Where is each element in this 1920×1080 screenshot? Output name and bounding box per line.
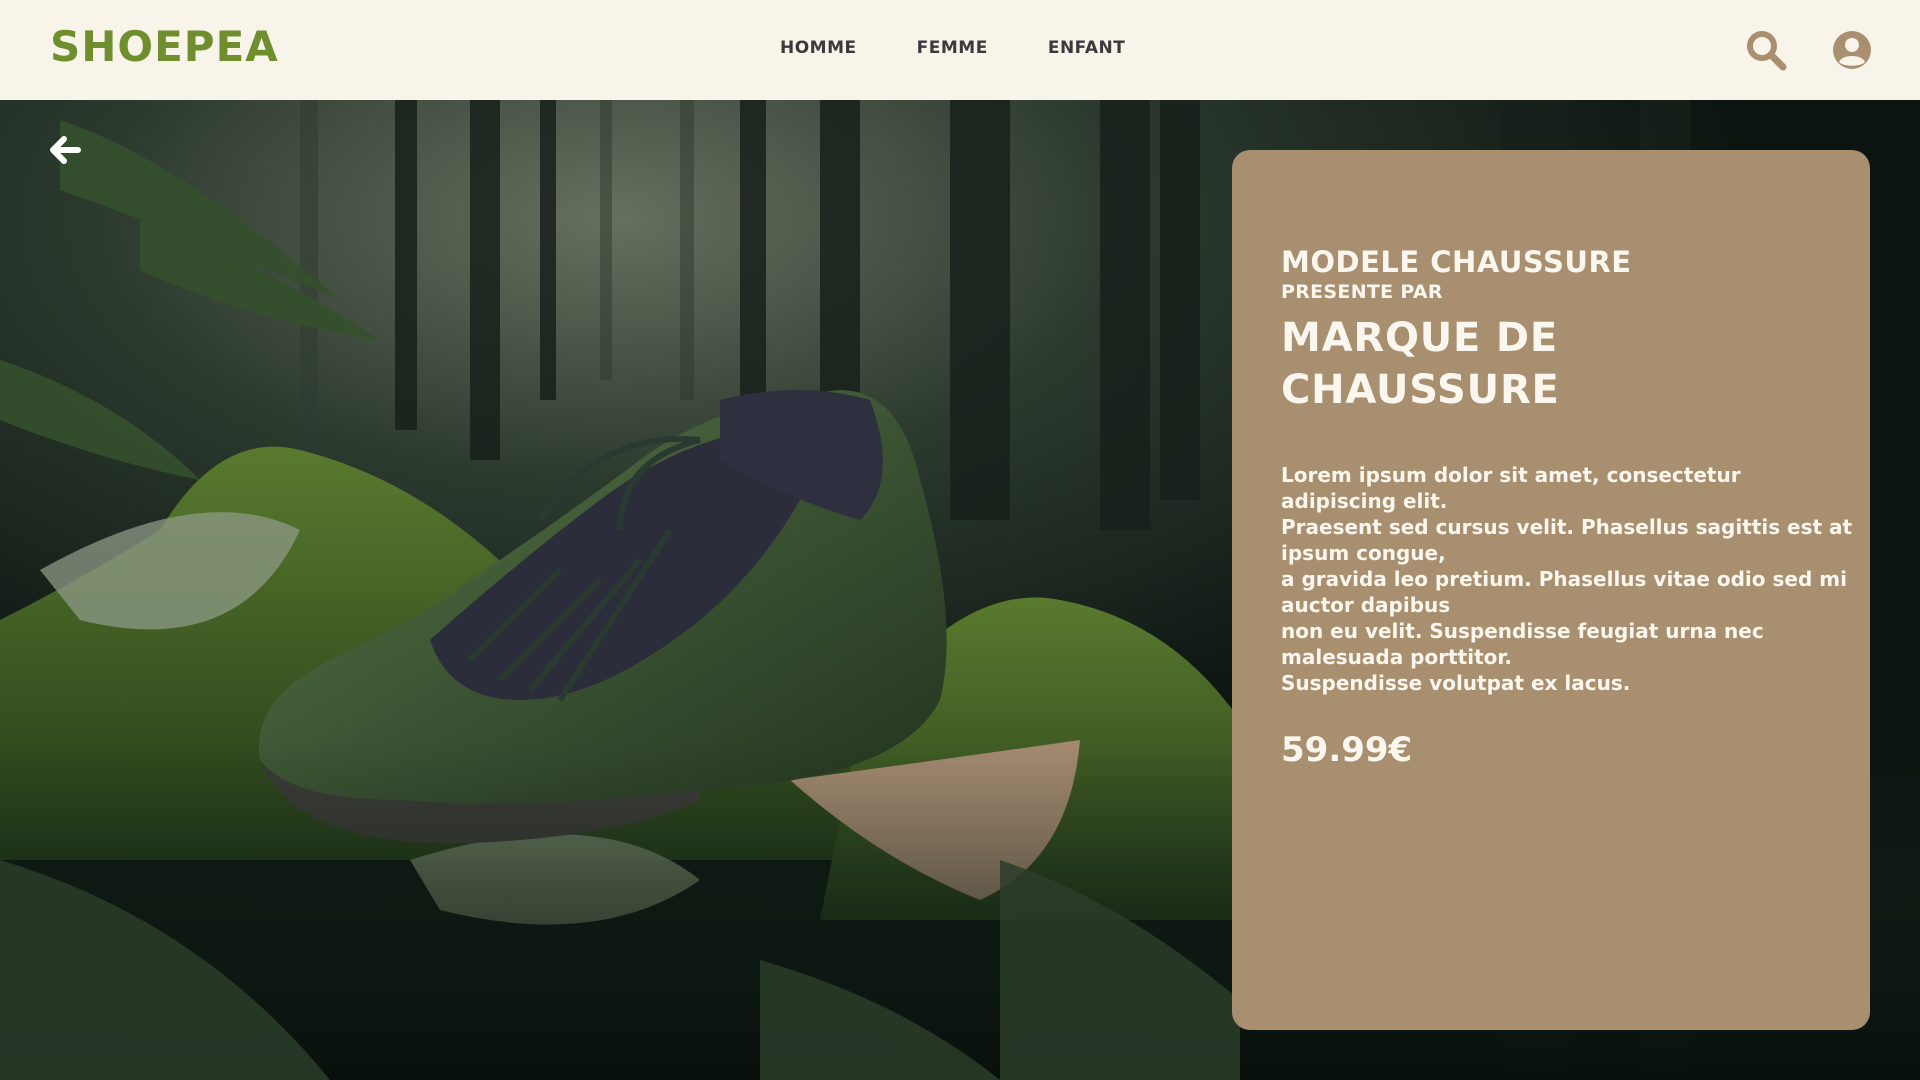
top-navbar: SHOEPEA HOMME FEMME ENFANT [0, 0, 1920, 100]
product-brand: MARQUE DE CHAUSSURE [1281, 315, 1560, 413]
presented-by-label: PRESENTE PAR [1281, 281, 1443, 303]
search-button[interactable] [1744, 28, 1788, 72]
product-card: MODELE CHAUSSURE PRESENTE PAR MARQUE DE … [1232, 150, 1870, 1030]
main-nav: HOMME FEMME ENFANT [780, 38, 1125, 58]
account-button[interactable] [1830, 28, 1874, 72]
product-model: MODELE CHAUSSURE [1281, 245, 1632, 279]
site-logo[interactable]: SHOEPEA [50, 22, 279, 71]
back-button[interactable] [44, 128, 88, 172]
description-line: Suspendisse volutpat ex lacus. [1281, 671, 1631, 695]
nav-item-homme[interactable]: HOMME [780, 38, 857, 58]
description-line: auctor dapibus [1281, 593, 1451, 617]
description-line: malesuada porttitor. [1281, 645, 1512, 669]
description-line: non eu velit. Suspendisse feugiat urna n… [1281, 619, 1764, 643]
nav-item-enfant[interactable]: ENFANT [1048, 38, 1125, 58]
product-price: 59.99€ [1281, 730, 1413, 770]
description-line: Lorem ipsum dolor sit amet, consectetur [1281, 463, 1741, 487]
description-line: Praesent sed cursus velit. Phasellus sag… [1281, 515, 1853, 539]
product-description: Lorem ipsum dolor sit amet, consectetur … [1281, 462, 1853, 696]
user-circle-icon [1833, 31, 1871, 69]
description-line: ipsum congue, [1281, 541, 1446, 565]
description-line: a gravida leo pretium. Phasellus vitae o… [1281, 567, 1847, 591]
arrow-left-icon [50, 136, 81, 164]
search-icon [1747, 31, 1787, 71]
nav-item-femme[interactable]: FEMME [917, 38, 988, 58]
description-line: adipiscing elit. [1281, 489, 1448, 513]
